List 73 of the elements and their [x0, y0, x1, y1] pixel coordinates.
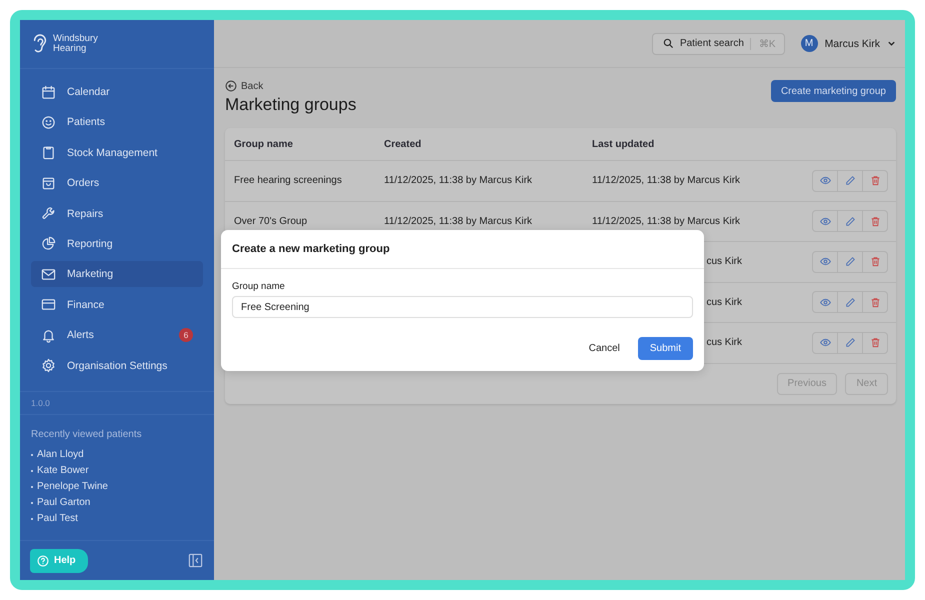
nav-item[interactable]: Orders [31, 170, 203, 196]
wrench-icon [41, 206, 56, 222]
field-label: Group name [232, 281, 286, 292]
brand-name: Windsbury [53, 34, 98, 44]
patient-link[interactable]: Paul Test [37, 513, 78, 524]
bell-icon [41, 328, 56, 343]
trash-icon [870, 337, 880, 348]
user-menu[interactable]: M Marcus Kirk [800, 35, 896, 52]
search-icon [662, 38, 674, 49]
shortcut-hint: ⌘K [750, 38, 776, 50]
nav-item[interactable]: Alerts 6 [31, 322, 203, 348]
trash-icon [870, 256, 880, 268]
cancel-button[interactable]: Cancel [580, 337, 628, 360]
eye-icon [820, 337, 830, 348]
dialog-title: Create a new marketing group [221, 230, 704, 269]
table-cell: Free hearing screenings [234, 175, 342, 186]
nav-item[interactable]: Stock Management [31, 140, 203, 166]
table-cell: cus Kirk [706, 296, 742, 308]
trash-icon [870, 296, 880, 308]
nav-item[interactable]: Organisation Settings [31, 352, 203, 379]
eye-icon [820, 216, 830, 227]
trash-icon [870, 175, 880, 186]
patient-link[interactable]: Penelope Twine [37, 481, 108, 492]
calendar-icon [41, 84, 56, 100]
pencil-icon [844, 256, 856, 268]
patient-link[interactable]: Kate Bower [37, 465, 89, 476]
card-icon [41, 297, 56, 312]
column-header: Created [384, 138, 422, 150]
table-cell: 11/12/2025, 11:38 by Marcus Kirk [592, 216, 740, 227]
nav-item[interactable]: Marketing [31, 261, 203, 288]
submit-button[interactable]: Submit [638, 337, 693, 360]
nav-item[interactable]: Repairs [31, 200, 203, 227]
bag-icon [41, 176, 56, 191]
nav-item[interactable]: Patients [31, 109, 203, 136]
pencil-icon [844, 216, 856, 227]
create-group-button[interactable]: Create marketing group [770, 80, 896, 102]
page-title: Marketing groups [225, 95, 356, 115]
pie-icon [41, 236, 56, 252]
pencil-icon [844, 296, 856, 308]
pencil-icon [844, 337, 856, 348]
avatar: M [800, 35, 818, 52]
count-badge: 6 [179, 328, 193, 342]
nav-item[interactable]: Finance [31, 292, 203, 318]
nav-item[interactable]: Reporting [31, 230, 203, 257]
back-link[interactable]: Back [225, 80, 264, 92]
patient-search-button[interactable]: Patient search ⌘K [652, 32, 785, 54]
table-cell: 11/12/2025, 11:38 by Marcus Kirk [384, 175, 532, 186]
mail-icon [41, 266, 56, 282]
patient-link[interactable]: Paul Garton [37, 497, 90, 508]
collapse-sidebar-icon[interactable] [188, 553, 203, 568]
eye-icon [820, 256, 830, 268]
table-cell: cus Kirk [706, 256, 742, 268]
table-cell: Over 70's Group [234, 216, 308, 227]
chevron-down-icon [887, 39, 896, 48]
pencil-icon [844, 175, 856, 186]
column-header: Last updated [592, 138, 656, 150]
eye-icon [820, 175, 830, 186]
table-cell: cus Kirk [706, 337, 742, 348]
patient-link[interactable]: Alan Lloyd [37, 449, 84, 460]
smile-icon [41, 114, 56, 130]
column-header: Group name [234, 138, 294, 150]
eye-icon [820, 296, 830, 308]
clipboard-icon [41, 145, 56, 160]
gear-icon [41, 358, 56, 374]
table-cell: 11/12/2025, 11:38 by Marcus Kirk [592, 175, 740, 186]
version-label: 1.0.0 [20, 390, 214, 415]
table-cell: 11/12/2025, 11:38 by Marcus Kirk [384, 216, 532, 227]
trash-icon [870, 216, 880, 227]
brand-name: Hearing [53, 44, 88, 54]
nav-item[interactable]: Calendar [31, 79, 203, 105]
help-icon [37, 554, 49, 566]
section-heading: Recently viewed patients [31, 428, 143, 440]
group-name-field[interactable]: Free Screening [232, 296, 693, 318]
